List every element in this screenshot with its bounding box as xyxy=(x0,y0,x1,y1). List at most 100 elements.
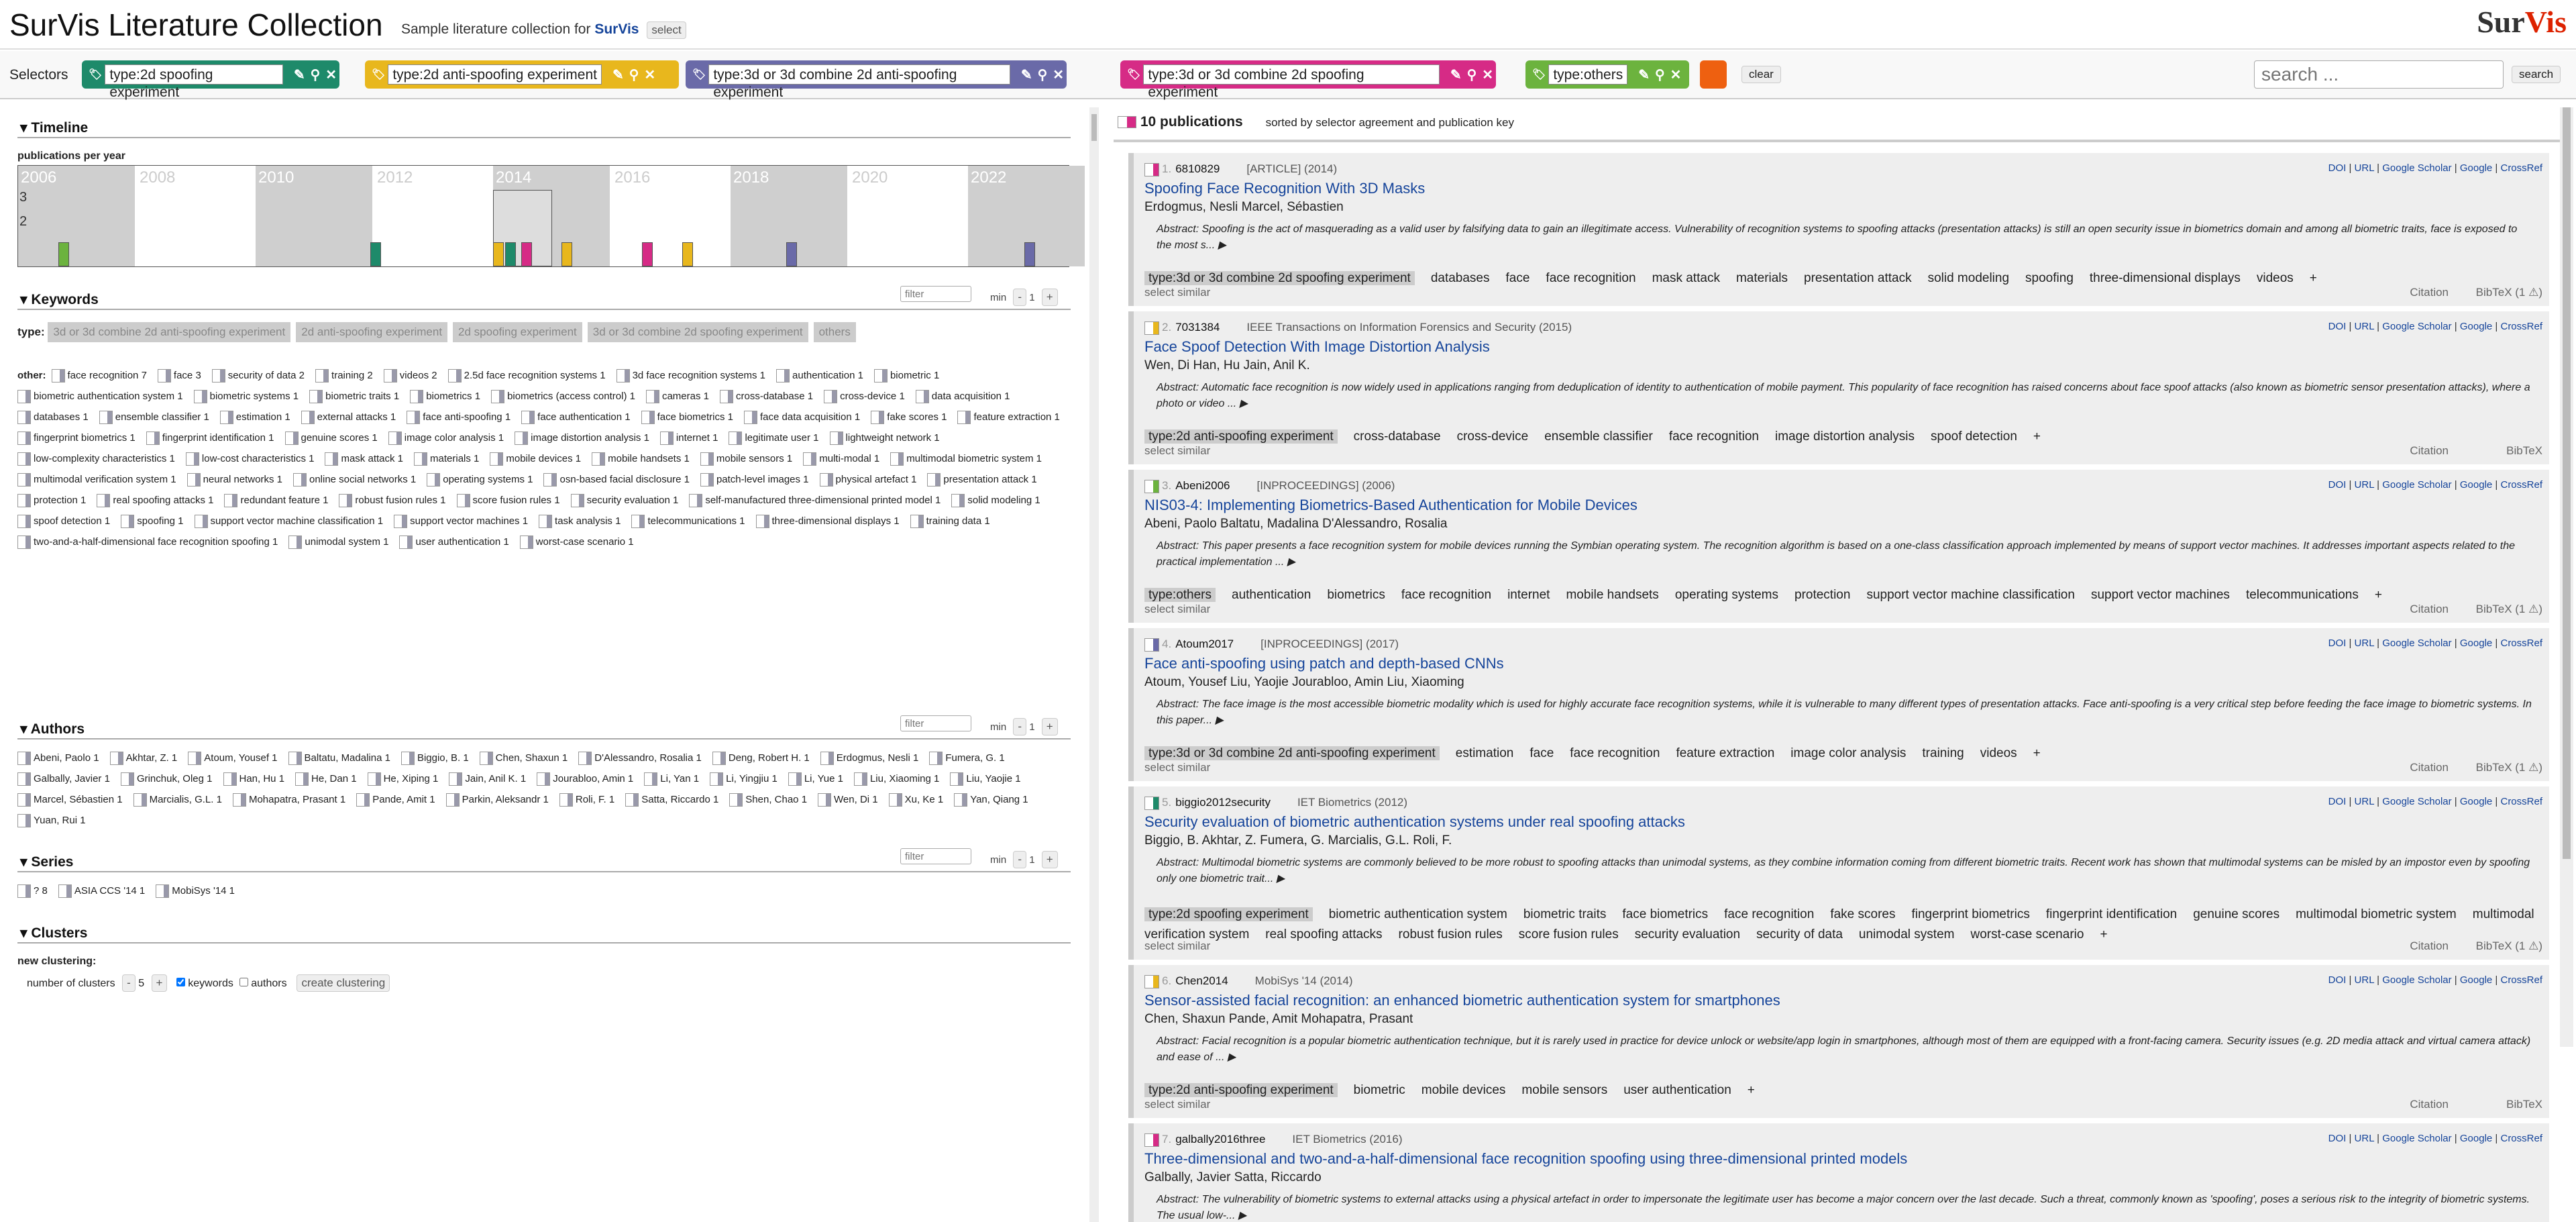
keyword-chip[interactable]: support vector machines 1 xyxy=(394,511,528,531)
link-google[interactable]: Google xyxy=(2460,1133,2492,1144)
link-google-scholar[interactable]: Google Scholar xyxy=(2382,638,2451,649)
keyword-chip[interactable]: score fusion rules 1 xyxy=(456,490,560,511)
keyword-tag[interactable]: cross-device xyxy=(1457,429,1529,444)
select-similar-link[interactable]: select similar xyxy=(1144,603,1210,616)
keyword-chip[interactable]: materials 1 xyxy=(414,448,479,469)
close-icon[interactable]: ✕ xyxy=(1670,66,1682,83)
keyword-tag[interactable]: + xyxy=(1748,1083,1755,1097)
author-chip[interactable]: Yuan, Rui 1 xyxy=(17,810,86,831)
author-chip[interactable]: Abeni, Paolo 1 xyxy=(17,748,99,768)
timeline-bar[interactable] xyxy=(561,242,572,266)
keyword-tag[interactable]: authentication xyxy=(1232,588,1311,602)
link-google-scholar[interactable]: Google Scholar xyxy=(2382,796,2451,807)
publication-abstract[interactable]: Abstract: The vulnerability of biometric… xyxy=(1157,1192,2532,1222)
type-keyword-chip[interactable]: 3d or 3d combine 2d anti-spoofing experi… xyxy=(48,322,291,342)
keyword-tag[interactable]: robust fusion rules xyxy=(1399,927,1503,941)
keyword-tag[interactable]: score fusion rules xyxy=(1519,927,1619,941)
keyword-chip[interactable]: worst-case scenario 1 xyxy=(519,531,634,552)
publication-title[interactable]: Three-dimensional and two-and-a-half-dim… xyxy=(1144,1150,1907,1168)
keyword-chip[interactable]: estimation 1 xyxy=(219,407,290,427)
keyword-chip[interactable]: online social networks 1 xyxy=(292,469,416,490)
bibtex-link[interactable]: BibTeX xyxy=(2506,444,2542,458)
author-chip[interactable]: Jourabloo, Amin 1 xyxy=(537,768,633,789)
author-chip[interactable]: Roli, F. 1 xyxy=(559,789,614,810)
keyword-tag[interactable]: protection xyxy=(1794,588,1850,602)
keyword-tag[interactable]: real spoofing attacks xyxy=(1265,927,1382,941)
link-google[interactable]: Google xyxy=(2460,638,2492,649)
keyword-chip[interactable]: security evaluation 1 xyxy=(570,490,678,511)
author-chip[interactable]: Xu, Ke 1 xyxy=(888,789,943,810)
keyword-chip[interactable]: training data 1 xyxy=(910,511,990,531)
timeline-bar[interactable] xyxy=(521,242,532,266)
author-chip[interactable]: Li, Yingjiu 1 xyxy=(710,768,777,789)
selector-chip[interactable]: 🏷 type:3d or 3d combine 2d anti-spoofing … xyxy=(686,60,1067,100)
select-checkbox[interactable] xyxy=(1144,1133,1159,1147)
clusters-decrement-button[interactable]: - xyxy=(122,974,136,992)
publication-abstract[interactable]: Abstract: Automatic face recognition is … xyxy=(1157,380,2532,412)
keyword-tag[interactable]: training xyxy=(1922,746,1964,760)
clusters-increment-button[interactable]: + xyxy=(151,974,168,992)
keyword-chip[interactable]: genuine scores 1 xyxy=(284,427,378,448)
link-doi[interactable]: DOI xyxy=(2328,974,2347,986)
bibtex-link[interactable]: BibTeX (1 ⚠) xyxy=(2476,761,2542,774)
publication-abstract[interactable]: Abstract: Facial recognition is a popula… xyxy=(1157,1033,2532,1066)
keyword-chip[interactable]: face data acquisition 1 xyxy=(743,407,860,427)
citation-link[interactable]: Citation xyxy=(2410,761,2449,774)
keyword-chip[interactable]: mobile devices 1 xyxy=(490,448,581,469)
keyword-chip[interactable]: external attacks 1 xyxy=(301,407,396,427)
authors-filter-input[interactable] xyxy=(900,715,971,731)
select-similar-link[interactable]: select similar xyxy=(1144,1098,1210,1111)
keyword-tag[interactable]: mobile sensors xyxy=(1521,1083,1607,1097)
keyword-chip[interactable]: face recognition 7 xyxy=(51,365,147,386)
link-doi[interactable]: DOI xyxy=(2328,1133,2347,1144)
link-doi[interactable]: DOI xyxy=(2328,162,2347,174)
keyword-tag[interactable]: mobile devices xyxy=(1421,1083,1506,1097)
type-tag[interactable]: type:2d spoofing experiment xyxy=(1144,907,1313,921)
keyword-chip[interactable]: low-cost characteristics 1 xyxy=(185,448,314,469)
link-url[interactable]: URL xyxy=(2355,321,2374,332)
link-crossref[interactable]: CrossRef xyxy=(2500,479,2542,491)
publication-title[interactable]: Face anti-spoofing using patch and depth… xyxy=(1144,655,1504,672)
citation-link[interactable]: Citation xyxy=(2410,1098,2449,1111)
close-icon[interactable]: ✕ xyxy=(1053,66,1064,83)
link-crossref[interactable]: CrossRef xyxy=(2500,162,2542,174)
keyword-chip[interactable]: databases 1 xyxy=(17,407,89,427)
author-chip[interactable]: Erdogmus, Nesli 1 xyxy=(820,748,918,768)
keyword-tag[interactable]: + xyxy=(2100,927,2107,941)
keywords-checkbox[interactable] xyxy=(176,978,185,986)
selector-label[interactable]: type:3d or 3d combine 2d spoofing experi… xyxy=(1143,64,1440,100)
keyword-tag[interactable]: face xyxy=(1506,271,1530,285)
keyword-chip[interactable]: patch-level images 1 xyxy=(700,469,809,490)
keywords-heading[interactable]: ▾ Keywords xyxy=(20,291,99,308)
scroll-thumb[interactable] xyxy=(2563,107,2571,859)
keyword-tag[interactable]: face recognition xyxy=(1570,746,1660,760)
author-chip[interactable]: Li, Yue 1 xyxy=(788,768,843,789)
keyword-tag[interactable]: + xyxy=(2310,271,2317,285)
keyword-chip[interactable]: presentation attack 1 xyxy=(927,469,1037,490)
type-keyword-chip[interactable]: 2d spoofing experiment xyxy=(453,322,582,342)
keyword-chip[interactable]: support vector machine classification 1 xyxy=(194,511,383,531)
link-google-scholar[interactable]: Google Scholar xyxy=(2382,162,2451,174)
keyword-chip[interactable]: user authentication 1 xyxy=(399,531,509,552)
series-chip[interactable]: ASIA CCS '14 1 xyxy=(58,880,145,901)
search-input[interactable] xyxy=(2254,60,2504,89)
edit-icon[interactable]: ✎ xyxy=(294,66,305,83)
keyword-tag[interactable]: cross-database xyxy=(1354,429,1441,444)
keyword-chip[interactable]: neural networks 1 xyxy=(186,469,282,490)
author-chip[interactable]: Shen, Chao 1 xyxy=(729,789,807,810)
min-decrement-button[interactable]: - xyxy=(1013,718,1027,735)
keyword-tag[interactable]: biometrics xyxy=(1327,588,1385,602)
keyword-chip[interactable]: multimodal verification system 1 xyxy=(17,469,176,490)
authors-heading[interactable]: ▾ Authors xyxy=(20,721,85,737)
select-collection-button[interactable]: select xyxy=(647,21,686,39)
timeline-bar[interactable] xyxy=(493,242,504,266)
keyword-tag[interactable]: spoofing xyxy=(2025,271,2074,285)
edit-icon[interactable]: ✎ xyxy=(1021,66,1032,83)
link-url[interactable]: URL xyxy=(2355,1133,2374,1144)
keyword-tag[interactable]: estimation xyxy=(1456,746,1514,760)
keyword-tag[interactable]: spoof detection xyxy=(1931,429,2017,444)
link-google[interactable]: Google xyxy=(2460,321,2492,332)
keyword-tag[interactable]: materials xyxy=(1736,271,1788,285)
keyword-chip[interactable]: ensemble classifier 1 xyxy=(99,407,209,427)
timeline-bar[interactable] xyxy=(505,242,516,266)
